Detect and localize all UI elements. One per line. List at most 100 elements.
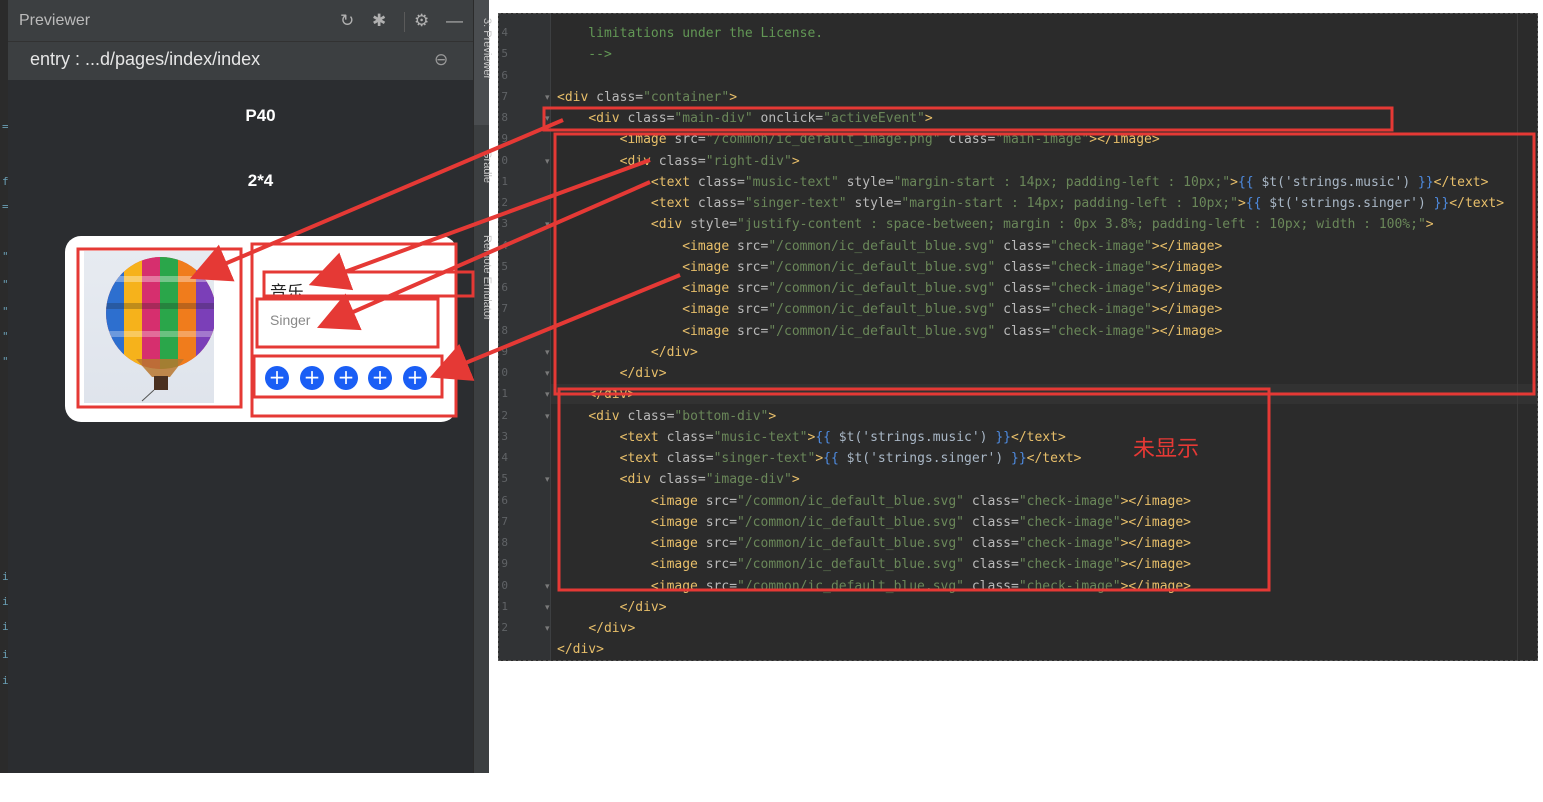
device-name-label: P40 xyxy=(245,106,276,125)
code-token: src= xyxy=(737,302,769,318)
code-token: src= xyxy=(737,323,769,339)
minimize-icon[interactable]: — xyxy=(446,11,463,31)
code-line: <image src="/common/ic_default_blue.svg"… xyxy=(557,492,1191,512)
previewer-title: Previewer xyxy=(19,12,91,29)
line-number: 4 xyxy=(501,26,508,39)
fold-marker-icon[interactable]: ▾ xyxy=(545,348,550,358)
code-token: "music-text" xyxy=(713,429,808,445)
code-token: "check-image" xyxy=(1050,302,1152,318)
line-number: 1 xyxy=(501,599,508,613)
code-token: "right-div" xyxy=(705,153,792,169)
device-size-label: 2*4 xyxy=(247,171,274,190)
code-token: "justify-content : space-between; margin… xyxy=(737,217,1426,233)
zoom-out-icon[interactable]: ⊖ xyxy=(434,50,448,70)
check-image-button[interactable]: + xyxy=(368,366,392,390)
code-token: </div> xyxy=(619,366,667,381)
code-line: </div> xyxy=(557,619,635,639)
code-token: <image xyxy=(650,578,706,594)
previewer-panel: Previewer ↻ ✱ ⚙ — entry : ...d/pages/ind… xyxy=(8,0,473,773)
code-token: > xyxy=(1230,174,1238,190)
left-edge-strip: = f = " " " " " i i i i i xyxy=(0,0,9,773)
code-token: <image xyxy=(682,281,738,296)
rail-tab-remote-emulator[interactable]: Remote Emulator xyxy=(481,235,493,321)
code-token: "bottom-div" xyxy=(674,408,769,424)
code-line: <image src="/common/ic_default_blue.svg"… xyxy=(557,237,1222,257)
not-displayed-annotation: 未显示 xyxy=(1133,436,1200,461)
code-token: <div xyxy=(588,408,628,424)
check-image-button[interactable]: + xyxy=(300,366,324,390)
code-token: </div> xyxy=(588,621,636,636)
entry-path[interactable]: entry : ...d/pages/index/index xyxy=(30,49,260,70)
code-token: <image xyxy=(682,259,738,275)
right-margin-guide xyxy=(1517,14,1518,660)
code-token: "check-image" xyxy=(1018,557,1121,573)
check-image-button[interactable]: + xyxy=(334,366,358,390)
code-token: ></image> xyxy=(1151,259,1223,275)
rail-tab-previewer[interactable]: 3: Previewer xyxy=(481,18,493,79)
code-token: "image-div" xyxy=(705,472,792,488)
gear-icon[interactable]: ⚙ xyxy=(414,11,429,31)
code-token: "singer-text" xyxy=(744,196,855,211)
code-token: class= xyxy=(948,132,996,148)
refresh-icon[interactable]: ↻ xyxy=(340,11,354,31)
fold-marker-icon[interactable]: ▾ xyxy=(545,582,550,592)
fold-marker-icon[interactable]: ▾ xyxy=(545,220,550,230)
code-line: <image src="/common/ic_default_image.png… xyxy=(557,130,1160,150)
fold-marker-icon[interactable]: ▾ xyxy=(545,369,550,379)
code-token: class= xyxy=(1003,281,1051,296)
code-line: </div> xyxy=(557,598,667,618)
code-token: {{ xyxy=(1237,174,1262,190)
line-number: 5 xyxy=(501,47,508,61)
fold-marker-icon[interactable]: ▾ xyxy=(545,603,550,613)
code-token: <image xyxy=(650,557,706,573)
fold-marker-icon[interactable]: ▾ xyxy=(545,624,550,634)
fold-marker-icon[interactable]: ▾ xyxy=(545,412,550,422)
code-line: <div class="bottom-div"> xyxy=(557,407,776,427)
line-number: 3 xyxy=(501,217,508,231)
code-line: <image src="/common/ic_default_blue.svg"… xyxy=(557,322,1222,342)
line-number: 6 xyxy=(501,281,508,294)
code-token: class= xyxy=(971,514,1019,530)
code-token: limitations under the License. xyxy=(557,26,824,41)
code-token: <div xyxy=(619,153,659,169)
code-token: {{ xyxy=(815,429,839,445)
code-token: ></image> xyxy=(1151,302,1223,318)
preview-card[interactable]: 音乐 Singer + + + + + xyxy=(65,236,457,422)
debug-bug-icon[interactable]: ✱ xyxy=(372,11,386,31)
code-token: > xyxy=(791,472,800,488)
check-image-button[interactable]: + xyxy=(265,366,289,390)
code-token: > xyxy=(729,89,738,105)
code-token: ></image> xyxy=(1120,493,1192,509)
code-token: class= xyxy=(1003,259,1051,275)
check-image-button[interactable]: + xyxy=(403,366,427,390)
fold-marker-icon[interactable]: ▾ xyxy=(545,114,550,124)
code-line: <image src="/common/ic_default_blue.svg"… xyxy=(557,258,1222,278)
code-token: "main-image" xyxy=(995,132,1090,148)
code-token: > xyxy=(924,111,933,126)
code-token: class= xyxy=(971,578,1019,594)
line-number: 7 xyxy=(501,514,508,528)
fold-marker-icon[interactable]: ▾ xyxy=(545,475,550,485)
code-token: <text xyxy=(619,429,667,445)
gutter-divider xyxy=(550,14,551,660)
code-token: "/common/ic_default_blue.svg" xyxy=(768,281,1004,296)
code-token: "/common/ic_default_blue.svg" xyxy=(737,536,972,551)
fold-marker-icon[interactable]: ▾ xyxy=(545,157,550,167)
fold-marker-icon[interactable]: ▾ xyxy=(545,390,550,400)
code-token: src= xyxy=(705,578,738,594)
code-token: <div xyxy=(619,472,659,488)
code-token: style= xyxy=(846,174,894,190)
code-token: "music-text" xyxy=(744,174,847,190)
fold-marker-icon[interactable]: ▾ xyxy=(545,93,550,103)
code-editor[interactable]: 4 5 6 7 8 9 0 1 2 3 4 5 6 7 8 9 0 1 2 3 4 5 6 7 8 9 0 1 2 ▾ ▾ ▾ ▾ ▾ ▾ ▾ ▾ ▾ ▾ ▾… xyxy=(498,13,1538,661)
rail-tab-gradle[interactable]: Gradle xyxy=(481,150,493,183)
